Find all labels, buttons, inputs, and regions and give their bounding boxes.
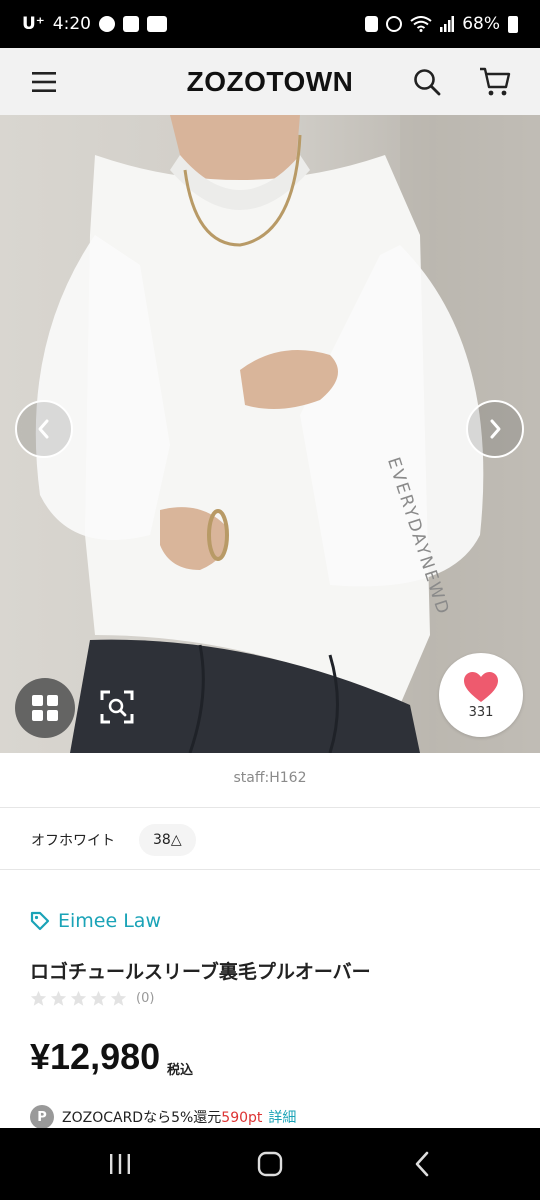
- carrier-label: U⁺: [22, 14, 45, 34]
- signal-icon: [440, 16, 455, 32]
- cart-icon: [480, 67, 511, 95]
- system-navigation-bar: [0, 1128, 540, 1200]
- rating-stars[interactable]: (0): [30, 990, 154, 1007]
- message-notification-icon: [146, 16, 167, 32]
- battery-level: 68%: [462, 14, 500, 34]
- next-image-button[interactable]: [466, 400, 524, 458]
- size-chip[interactable]: 38△: [139, 824, 196, 856]
- divider: [0, 807, 540, 808]
- star-icon: [50, 990, 67, 1006]
- points-amount: 590pt: [221, 1110, 263, 1126]
- hamburger-icon: [32, 71, 56, 92]
- staff-caption: staff:H162: [233, 770, 307, 786]
- search-icon: [414, 68, 441, 95]
- alarm-icon: [386, 16, 403, 32]
- favorite-button[interactable]: 331: [439, 653, 523, 737]
- brand-name: Eimee Law: [58, 910, 161, 932]
- search-button[interactable]: [405, 60, 449, 104]
- heart-icon: [464, 671, 498, 702]
- checkbox-notification-icon: [122, 16, 139, 32]
- tag-icon: [30, 911, 50, 931]
- cart-button[interactable]: [473, 60, 517, 104]
- points-badge-icon: P: [30, 1105, 54, 1129]
- star-icon: [70, 990, 87, 1006]
- lock-icon: [365, 16, 379, 32]
- app-header: ZOZOTOWN: [0, 48, 540, 115]
- home-button[interactable]: [248, 1142, 292, 1186]
- star-icon: [30, 990, 47, 1006]
- review-count: (0): [136, 991, 155, 1006]
- grid-icon: [32, 695, 58, 721]
- recent-apps-button[interactable]: [98, 1142, 142, 1186]
- home-icon: [257, 1151, 283, 1177]
- product-photo: [35, 115, 540, 753]
- zoom-search-icon: [100, 690, 134, 724]
- star-icon: [90, 990, 107, 1006]
- image-grid-button[interactable]: [15, 678, 75, 738]
- points-text: ZOZOCARDなら5%還元: [62, 1110, 222, 1126]
- back-button[interactable]: [400, 1142, 444, 1186]
- wifi-icon: [410, 16, 432, 32]
- product-price: ¥12,980: [30, 1036, 161, 1077]
- zoom-button[interactable]: [95, 683, 139, 731]
- chevron-right-icon: [490, 419, 501, 439]
- notification-icon: [98, 16, 115, 32]
- menu-button[interactable]: [22, 60, 66, 104]
- tax-label: 税込: [167, 1063, 194, 1078]
- previous-image-button[interactable]: [15, 400, 73, 458]
- brand-link[interactable]: Eimee Law: [30, 910, 161, 932]
- status-bar: U⁺ 4:20 68%: [0, 0, 540, 48]
- points-info: P ZOZOCARDなら5%還元590pt 詳細: [30, 1105, 296, 1129]
- clock: 4:20: [52, 14, 91, 34]
- battery-icon: [508, 15, 518, 33]
- star-icon: [110, 990, 127, 1006]
- points-detail-link[interactable]: 詳細: [268, 1110, 296, 1126]
- product-title: ロゴチュールスリーブ裏毛プルオーバー: [30, 961, 371, 983]
- favorite-count: 331: [468, 704, 494, 720]
- site-logo[interactable]: ZOZOTOWN: [0, 66, 540, 98]
- recent-apps-icon: [110, 1154, 130, 1174]
- divider: [0, 869, 540, 870]
- chevron-left-icon: [38, 419, 49, 439]
- product-image-carousel[interactable]: EVERYDAYNEWD: [0, 115, 540, 753]
- back-icon: [415, 1151, 429, 1177]
- color-name: オフホワイト: [31, 833, 115, 849]
